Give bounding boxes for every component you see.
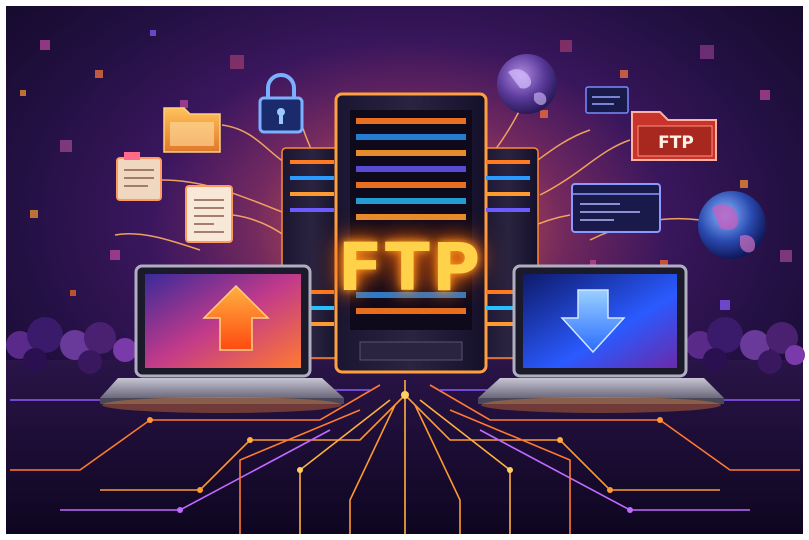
document-icon (116, 152, 162, 201)
globe-icon (698, 191, 766, 259)
ftp-folder-label: FTP (658, 133, 694, 153)
ftp-title: FTP (337, 229, 483, 306)
document-icon (185, 185, 233, 243)
folder-icon (163, 107, 221, 153)
browser-window-icon (571, 183, 661, 233)
browser-window-icon (585, 86, 629, 114)
globe-icon (497, 54, 557, 114)
